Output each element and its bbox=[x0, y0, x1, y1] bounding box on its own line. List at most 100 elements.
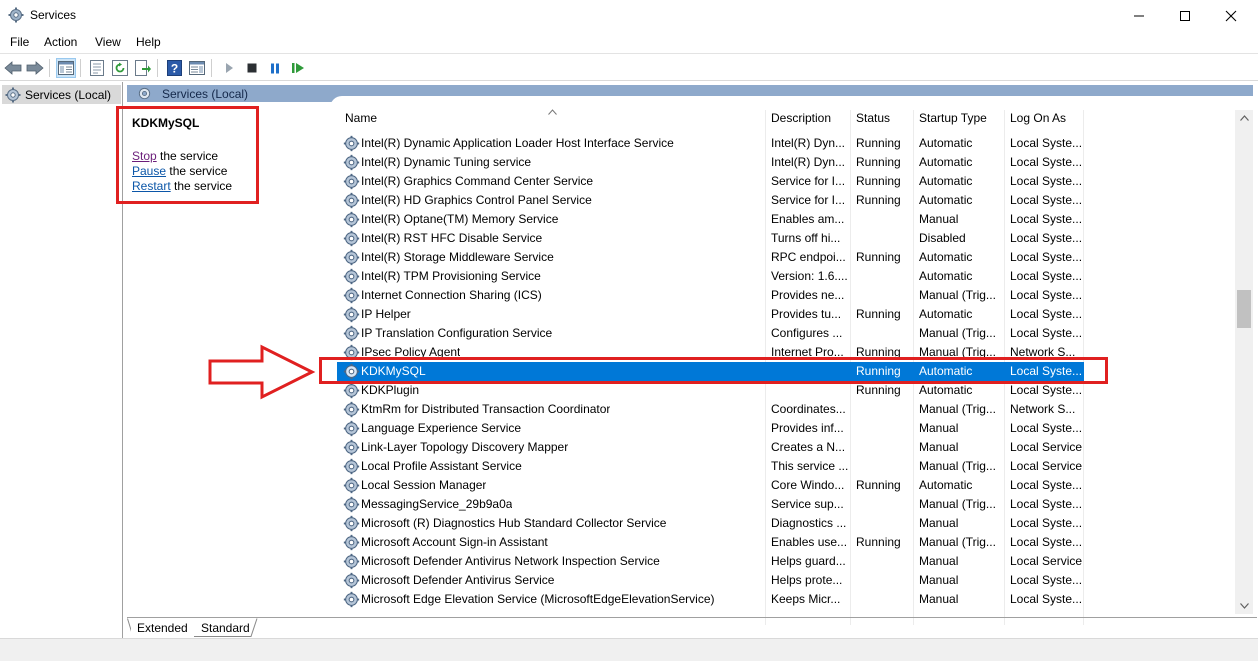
column-header-log-on-as[interactable]: Log On As bbox=[1010, 106, 1066, 130]
highlight-box-service-actions bbox=[116, 106, 259, 204]
maximize-icon bbox=[1180, 10, 1190, 21]
pause-service-button[interactable] bbox=[265, 58, 285, 78]
service-name: Internet Connection Sharing (ICS) bbox=[361, 288, 542, 302]
pause-service-icon bbox=[271, 63, 279, 73]
menu-bar: File Action View Help bbox=[0, 31, 1258, 53]
column-header-startup-type[interactable]: Startup Type bbox=[919, 106, 987, 130]
service-log-on-as: Local Syste... bbox=[1010, 288, 1082, 302]
close-icon bbox=[1225, 10, 1237, 21]
service-gear-icon bbox=[343, 325, 360, 342]
column-header-status[interactable]: Status bbox=[856, 106, 890, 130]
column-header-name[interactable]: Name bbox=[345, 106, 377, 130]
service-name: Intel(R) Dynamic Application Loader Host… bbox=[361, 136, 674, 150]
service-log-on-as: Local Syste... bbox=[1010, 497, 1082, 511]
scroll-up-button[interactable] bbox=[1235, 110, 1253, 126]
service-startup-type: Manual bbox=[919, 554, 959, 568]
table-row[interactable]: Intel(R) Storage Middleware Service RPC e… bbox=[337, 248, 1084, 267]
help-button[interactable]: ? bbox=[164, 58, 184, 78]
menu-file[interactable]: File bbox=[10, 35, 29, 49]
chevron-up-icon bbox=[1239, 115, 1249, 121]
table-row[interactable]: Local Session Manager Core Windo... Runnin… bbox=[337, 476, 1084, 495]
minimize-button[interactable] bbox=[1116, 0, 1162, 31]
service-gear-icon bbox=[343, 401, 360, 418]
service-status: Running bbox=[856, 307, 901, 321]
help-icon: ? bbox=[166, 60, 182, 76]
table-row[interactable]: MessagingService_29b9a0a Service sup... Ma… bbox=[337, 495, 1084, 514]
scroll-thumb[interactable] bbox=[1237, 290, 1251, 328]
menu-action[interactable]: Action bbox=[44, 35, 77, 49]
service-log-on-as: Local Syste... bbox=[1010, 383, 1082, 397]
service-startup-type: Automatic bbox=[919, 136, 973, 150]
service-log-on-as: Local Service bbox=[1010, 440, 1082, 454]
show-action-pane-button[interactable] bbox=[187, 58, 207, 78]
service-startup-type: Manual (Trig... bbox=[919, 459, 996, 473]
maximize-button[interactable] bbox=[1162, 0, 1208, 31]
stop-service-button[interactable] bbox=[242, 58, 262, 78]
table-row[interactable]: Intel(R) Graphics Command Center Service… bbox=[337, 172, 1084, 191]
table-row[interactable]: Link-Layer Topology Discovery Mapper Crea… bbox=[337, 438, 1084, 457]
service-name: Intel(R) Optane(TM) Memory Service bbox=[361, 212, 559, 226]
service-startup-type: Manual bbox=[919, 516, 959, 530]
show-hide-console-tree-button[interactable] bbox=[56, 58, 76, 78]
service-startup-type: Manual bbox=[919, 421, 959, 435]
service-name: Intel(R) Dynamic Tuning service bbox=[361, 155, 532, 169]
table-row[interactable]: Microsoft (R) Diagnostics Hub Standard C… bbox=[337, 514, 1084, 533]
table-row[interactable]: Intel(R) HD Graphics Control Panel Servi… bbox=[337, 191, 1084, 210]
scroll-down-button[interactable] bbox=[1235, 598, 1253, 614]
forward-button[interactable] bbox=[25, 58, 45, 78]
highlight-box-selected-row bbox=[319, 357, 1108, 384]
vertical-scrollbar[interactable] bbox=[1235, 110, 1253, 614]
service-log-on-as: Local Syste... bbox=[1010, 592, 1082, 606]
service-description: Helps guard... bbox=[771, 554, 846, 568]
table-row[interactable]: Microsoft Edge Elevation Service (Micros… bbox=[337, 590, 1084, 609]
service-description: Enables am... bbox=[771, 212, 845, 226]
service-log-on-as: Local Syste... bbox=[1010, 307, 1082, 321]
table-row[interactable]: Intel(R) RST HFC Disable Service Turns of… bbox=[337, 229, 1084, 248]
table-row[interactable]: Internet Connection Sharing (ICS) Provide… bbox=[337, 286, 1084, 305]
close-button[interactable] bbox=[1208, 0, 1254, 31]
service-startup-type: Manual bbox=[919, 212, 959, 226]
tree-item-services-local[interactable]: Services (Local) bbox=[2, 85, 121, 104]
properties-button[interactable] bbox=[87, 58, 107, 78]
export-list-button[interactable] bbox=[133, 58, 153, 78]
table-row[interactable]: Microsoft Defender Antivirus Service Help… bbox=[337, 571, 1084, 590]
service-gear-icon bbox=[343, 591, 360, 608]
table-row[interactable]: Intel(R) TPM Provisioning Service Version… bbox=[337, 267, 1084, 286]
restart-service-button[interactable] bbox=[288, 58, 308, 78]
service-description: Provides tu... bbox=[771, 307, 842, 321]
service-description: Intel(R) Dyn... bbox=[771, 155, 846, 169]
service-name: Microsoft Account Sign-in Assistant bbox=[361, 535, 548, 549]
service-log-on-as: Network S... bbox=[1010, 402, 1076, 416]
toolbar-separator bbox=[80, 59, 81, 77]
refresh-button[interactable] bbox=[110, 58, 130, 78]
show-action-pane-icon bbox=[189, 61, 205, 75]
service-description: Intel(R) Dyn... bbox=[771, 136, 846, 150]
tab-extended[interactable]: Extended bbox=[131, 618, 194, 637]
table-row[interactable]: Microsoft Account Sign-in Assistant Enabl… bbox=[337, 533, 1084, 552]
service-name: KDKPlugin bbox=[361, 383, 420, 397]
menu-help[interactable]: Help bbox=[136, 35, 161, 49]
table-row[interactable]: Intel(R) Dynamic Tuning service Intel(R) … bbox=[337, 153, 1084, 172]
table-row[interactable]: IP Translation Configuration Service Conf… bbox=[337, 324, 1084, 343]
view-tabs: Extended Standard bbox=[127, 617, 1257, 637]
service-log-on-as: Local Syste... bbox=[1010, 250, 1082, 264]
service-gear-icon bbox=[343, 192, 360, 209]
pane-header-title: Services (Local) bbox=[162, 87, 249, 101]
tab-standard[interactable]: Standard bbox=[195, 618, 256, 637]
toolbar-separator bbox=[157, 59, 158, 77]
start-service-button[interactable] bbox=[219, 58, 239, 78]
start-service-icon bbox=[226, 63, 233, 73]
window-title: Services bbox=[30, 8, 77, 22]
toolbar: ? bbox=[0, 53, 1258, 81]
service-name: Microsoft Defender Antivirus Service bbox=[361, 573, 555, 587]
table-row[interactable]: IP Helper Provides tu... Running Automatic L… bbox=[337, 305, 1084, 324]
table-row[interactable]: KtmRm for Distributed Transaction Coordi… bbox=[337, 400, 1084, 419]
column-header-description[interactable]: Description bbox=[771, 106, 831, 130]
table-row[interactable]: Intel(R) Optane(TM) Memory Service Enable… bbox=[337, 210, 1084, 229]
table-row[interactable]: Local Profile Assistant Service This serv… bbox=[337, 457, 1084, 476]
table-row[interactable]: Microsoft Defender Antivirus Network Ins… bbox=[337, 552, 1084, 571]
table-row[interactable]: Intel(R) Dynamic Application Loader Host… bbox=[337, 134, 1084, 153]
table-row[interactable]: Language Experience Service Provides inf.… bbox=[337, 419, 1084, 438]
menu-view[interactable]: View bbox=[95, 35, 121, 49]
back-button[interactable] bbox=[3, 58, 23, 78]
